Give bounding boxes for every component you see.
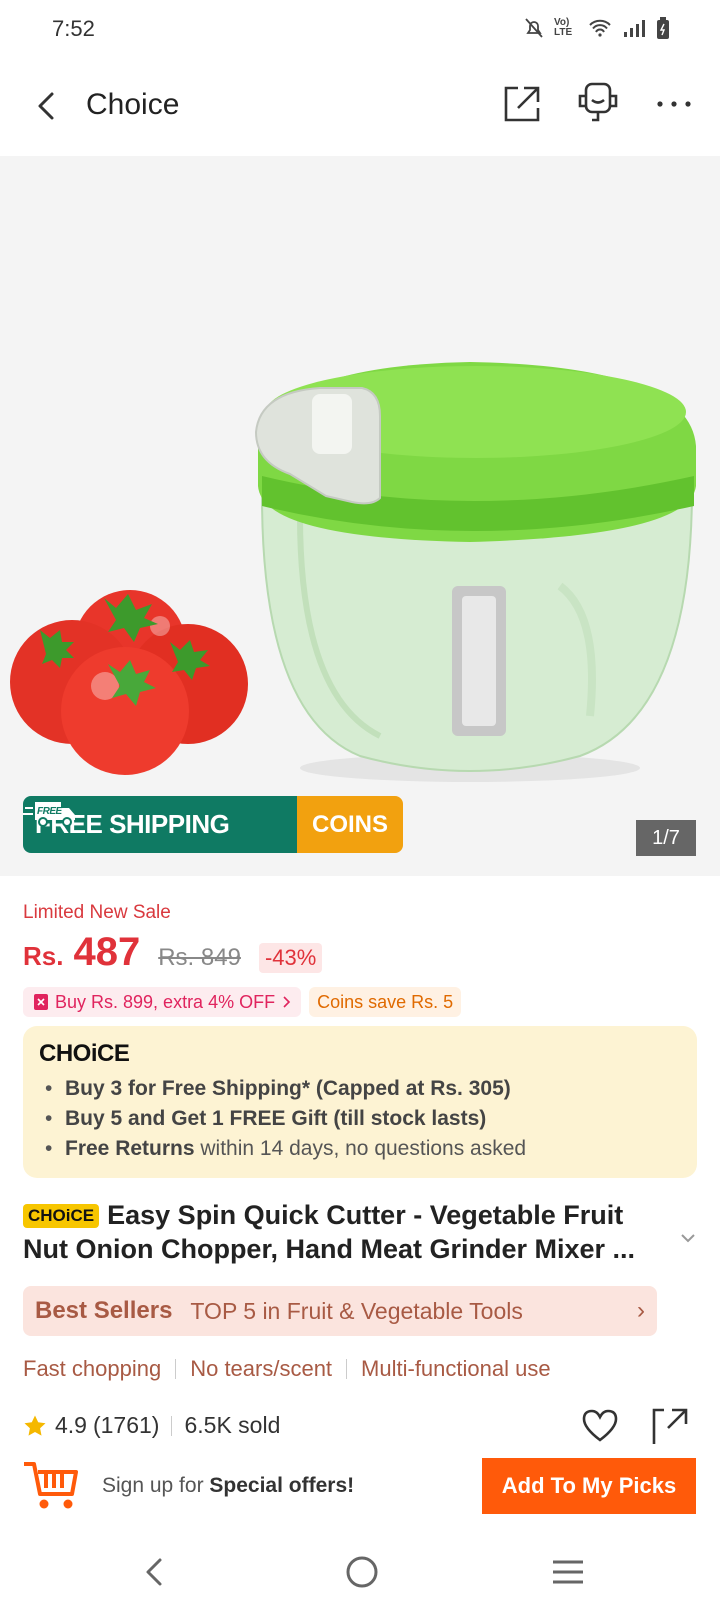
signup-bar: Sign up for Special offers! Add To My Pi… bbox=[0, 1450, 720, 1522]
customer-service-icon[interactable] bbox=[572, 82, 624, 126]
sale-label: Limited New Sale bbox=[23, 902, 171, 923]
divider bbox=[175, 1359, 177, 1379]
best-sellers-rank: TOP 5 in Fruit & Vegetable Tools bbox=[190, 1297, 523, 1324]
product-title-text: Easy Spin Quick Cutter - Vegetable Fruit… bbox=[23, 1200, 636, 1264]
share-icon[interactable] bbox=[502, 84, 542, 124]
expand-chevron-icon[interactable] bbox=[676, 1228, 700, 1248]
signup-prompt[interactable]: Sign up for Special offers! bbox=[102, 1474, 354, 1498]
bundle-offer-pill[interactable]: Buy Rs. 899, extra 4% OFF bbox=[23, 987, 302, 1017]
rating-score: 4.9 bbox=[55, 1412, 87, 1438]
coins-badge: COINS bbox=[297, 796, 403, 853]
offer-row: Buy Rs. 899, extra 4% OFF Coins save Rs.… bbox=[23, 987, 462, 1017]
free-badge-text: FREE bbox=[37, 806, 63, 817]
top-app-bar: Choice bbox=[0, 62, 720, 154]
price-row: Rs. 487 Rs. 849 -43% bbox=[23, 930, 323, 975]
free-shipping-badge: FREE FREE SHIPPING bbox=[23, 796, 297, 853]
heart-icon[interactable] bbox=[580, 1408, 620, 1444]
status-time: 7:52 bbox=[52, 16, 95, 41]
rating-row[interactable]: 4.9 (1761) 6.5K sold bbox=[23, 1412, 280, 1439]
system-nav-bar bbox=[0, 1530, 720, 1612]
battery-icon bbox=[657, 17, 669, 39]
star-icon bbox=[24, 1415, 46, 1436]
status-icons: Vo) LTE bbox=[524, 16, 670, 40]
feature-tag: Multi-functional use bbox=[361, 1356, 551, 1381]
shopping-cart-icon[interactable] bbox=[22, 1458, 80, 1514]
bundle-offer-text: Buy Rs. 899, extra 4% OFF bbox=[55, 991, 276, 1012]
choice-tag: CHOiCE bbox=[23, 1204, 100, 1228]
chevron-right-icon: › bbox=[637, 1297, 645, 1324]
feature-tag: No tears/scent bbox=[190, 1356, 333, 1381]
current-price: 487 bbox=[73, 930, 141, 974]
choice-benefit-item: • Buy 5 and Get 1 FREE Gift (till stock l… bbox=[45, 1107, 487, 1130]
image-counter: 1/7 bbox=[636, 820, 696, 856]
signal-icon bbox=[624, 20, 645, 37]
choice-benefits-box: CHOiCE • Buy 3 for Free Shipping* (Capped… bbox=[23, 1026, 697, 1178]
choice-logo: CHOiCE bbox=[39, 1040, 130, 1067]
wifi-icon bbox=[589, 19, 611, 37]
product-photo bbox=[10, 362, 696, 782]
divider bbox=[171, 1415, 173, 1436]
mute-icon bbox=[525, 18, 543, 38]
add-to-my-picks-button[interactable]: Add To My Picks bbox=[482, 1458, 696, 1514]
choice-benefit-item: • Buy 3 for Free Shipping* (Capped at Rs.… bbox=[45, 1077, 511, 1100]
rating-count: (1761) bbox=[92, 1412, 160, 1438]
feature-tag: Fast chopping bbox=[23, 1356, 162, 1381]
price-currency: Rs. bbox=[23, 941, 64, 971]
divider bbox=[346, 1359, 348, 1379]
original-price: Rs. 849 bbox=[158, 944, 241, 971]
product-image-gallery[interactable]: FREE FREE SHIPPING COINS 1/7 bbox=[0, 156, 720, 876]
nav-home-icon[interactable] bbox=[344, 1554, 380, 1590]
coupon-icon bbox=[34, 994, 48, 1010]
choice-benefit-item: • Free Returns within 14 days, no questio… bbox=[45, 1137, 527, 1160]
product-title[interactable]: CHOiCE Easy Spin Quick Cutter - Vegetable… bbox=[23, 1198, 673, 1266]
back-arrow-icon[interactable] bbox=[28, 84, 68, 128]
nav-back-icon[interactable] bbox=[140, 1554, 170, 1590]
delivery-truck-icon: FREE bbox=[23, 802, 75, 827]
nav-menu-icon[interactable] bbox=[550, 1558, 586, 1586]
best-sellers-title: Best Sellers bbox=[35, 1297, 173, 1324]
discount-badge: -43% bbox=[258, 943, 323, 973]
choice-benefits-list: • Buy 3 for Free Shipping* (Capped at Rs.… bbox=[45, 1074, 526, 1164]
sold-count: 6.5K sold bbox=[184, 1412, 281, 1438]
best-sellers-banner[interactable]: Best Sellers TOP 5 in Fruit & Vegetable … bbox=[23, 1286, 657, 1336]
volte-icon: Vo) LTE bbox=[554, 17, 573, 38]
share-icon[interactable] bbox=[650, 1406, 690, 1444]
feature-tags: Fast chopping No tears/scent Multi-funct… bbox=[23, 1356, 551, 1382]
status-bar: 7:52 Vo) LTE bbox=[0, 0, 720, 58]
more-options-icon[interactable] bbox=[654, 84, 694, 124]
promo-banner[interactable]: FREE FREE SHIPPING COINS bbox=[23, 796, 403, 853]
coins-offer-pill: Coins save Rs. 5 bbox=[309, 987, 462, 1017]
chevron-right-icon bbox=[283, 996, 291, 1008]
page-title: Choice bbox=[86, 88, 180, 121]
